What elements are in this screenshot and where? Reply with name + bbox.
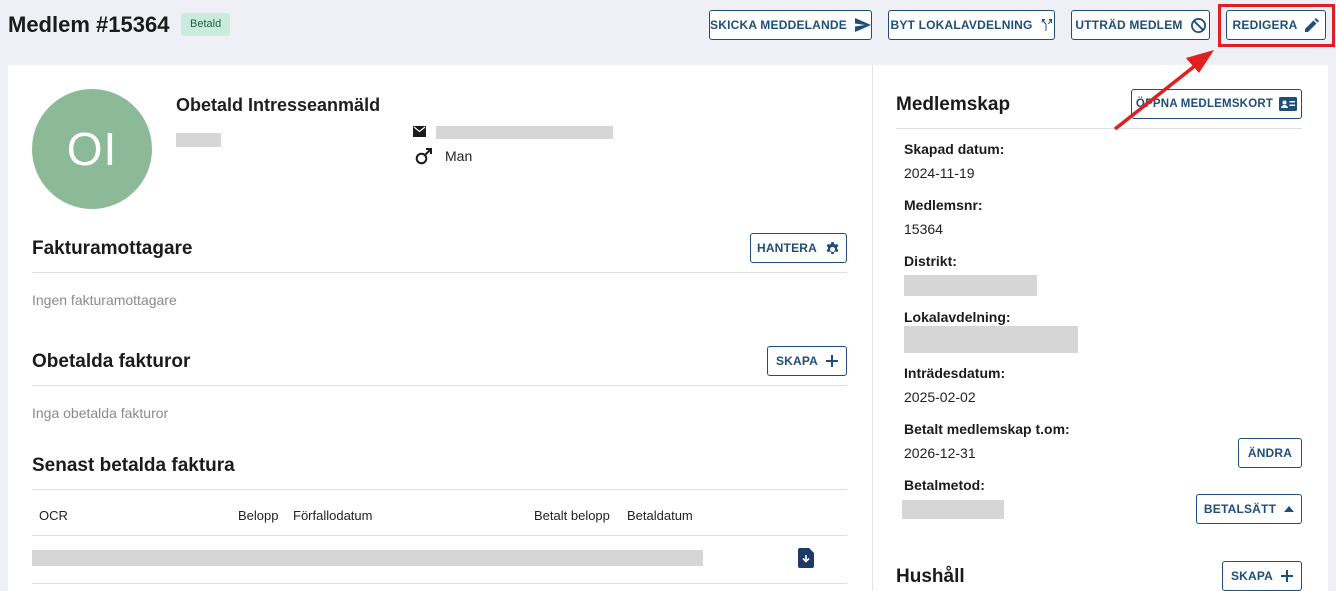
no-unpaid-invoices-text: Inga obetalda fakturor	[32, 405, 169, 421]
change-branch-label: BYT LOKALAVDELNING	[890, 18, 1033, 32]
send-message-button[interactable]: SKICKA MEDDELANDE	[709, 10, 872, 40]
page-title: Medlem #15364	[8, 12, 170, 37]
created-date-value: 2024-11-19	[904, 165, 975, 181]
redacted-field	[176, 133, 221, 147]
merge-icon	[1041, 19, 1052, 31]
gender-text: Man	[445, 148, 473, 164]
change-button[interactable]: ÄNDRA	[1238, 438, 1302, 468]
redacted-table-row	[32, 550, 703, 566]
created-date-label: Skapad datum:	[904, 141, 1005, 157]
payment-method-button[interactable]: BETALSÄTT	[1196, 494, 1302, 524]
redacted-district	[904, 275, 1037, 296]
joined-date-label: Inträdesdatum:	[904, 365, 1006, 381]
manage-button[interactable]: HANTERA	[750, 233, 847, 263]
create-household-button[interactable]: SKAPA	[1222, 561, 1302, 591]
avatar: OI	[32, 89, 152, 209]
caret-up-icon	[1284, 506, 1295, 512]
divider	[32, 272, 847, 273]
manage-label: HANTERA	[756, 241, 818, 255]
page-header: Medlem #15364 Betald SKICKA MEDDELANDE B…	[0, 0, 1336, 54]
paid-until-value: 2026-12-31	[904, 445, 976, 461]
male-icon	[415, 148, 432, 165]
membership-title: Medlemskap	[896, 94, 1011, 115]
column-header-amount[interactable]: Belopp	[238, 508, 278, 523]
create-invoice-label: SKAPA	[775, 354, 819, 368]
block-icon	[1190, 17, 1206, 33]
last-paid-invoice-title: Senast betalda faktura	[32, 455, 235, 476]
divider	[896, 128, 1302, 129]
open-member-card-button[interactable]: ÖPPNA MEDLEMSKORT	[1131, 89, 1302, 119]
column-header-ocr[interactable]: OCR	[39, 508, 68, 523]
create-invoice-button[interactable]: SKAPA	[767, 346, 847, 376]
resign-member-label: UTTRÄD MEDLEM	[1075, 18, 1183, 32]
column-header-due-date[interactable]: Förfallodatum	[293, 508, 372, 523]
district-label: Distrikt:	[904, 253, 957, 269]
payment-method-button-label: BETALSÄTT	[1203, 502, 1277, 516]
joined-date-value: 2025-02-02	[904, 389, 976, 405]
gear-icon	[826, 241, 839, 254]
download-file-icon[interactable]	[798, 548, 814, 568]
column-header-paid-amount[interactable]: Betalt belopp	[534, 508, 610, 523]
divider	[32, 385, 847, 386]
open-member-card-label: ÖPPNA MEDLEMSKORT	[1135, 98, 1274, 110]
resign-member-button[interactable]: UTTRÄD MEDLEM	[1071, 10, 1210, 40]
plus-icon	[1281, 570, 1294, 582]
column-header-paid-date[interactable]: Betaldatum	[627, 508, 693, 523]
redacted-email	[436, 126, 613, 139]
paid-until-label: Betalt medlemskap t.om:	[904, 421, 1070, 437]
divider	[32, 583, 847, 584]
send-message-label: SKICKA MEDDELANDE	[710, 18, 847, 32]
redacted-payment-method	[902, 500, 1004, 519]
no-invoice-recipients-text: Ingen fakturamottagare	[32, 292, 177, 308]
id-card-icon	[1279, 97, 1298, 111]
create-household-label: SKAPA	[1230, 569, 1274, 583]
member-number-value: 15364	[904, 221, 943, 237]
branch-label: Lokalavdelning:	[904, 309, 1011, 325]
divider	[32, 535, 847, 536]
change-label: ÄNDRA	[1247, 446, 1293, 460]
status-badge: Betald	[181, 13, 231, 36]
plus-icon	[826, 355, 839, 367]
send-icon	[854, 18, 871, 32]
member-name: Obetald Intresseanmäld	[176, 95, 381, 115]
divider	[32, 489, 847, 490]
unpaid-invoices-title: Obetalda fakturor	[32, 351, 191, 372]
invoice-recipients-title: Fakturamottagare	[32, 238, 193, 259]
annotation-highlight-box	[1218, 4, 1335, 47]
mail-icon	[413, 126, 426, 137]
redacted-branch	[904, 326, 1078, 353]
member-number-label: Medlemsnr:	[904, 197, 983, 213]
change-branch-button[interactable]: BYT LOKALAVDELNING	[888, 10, 1055, 40]
payment-method-label: Betalmetod:	[904, 477, 985, 493]
household-title: Hushåll	[896, 566, 965, 587]
